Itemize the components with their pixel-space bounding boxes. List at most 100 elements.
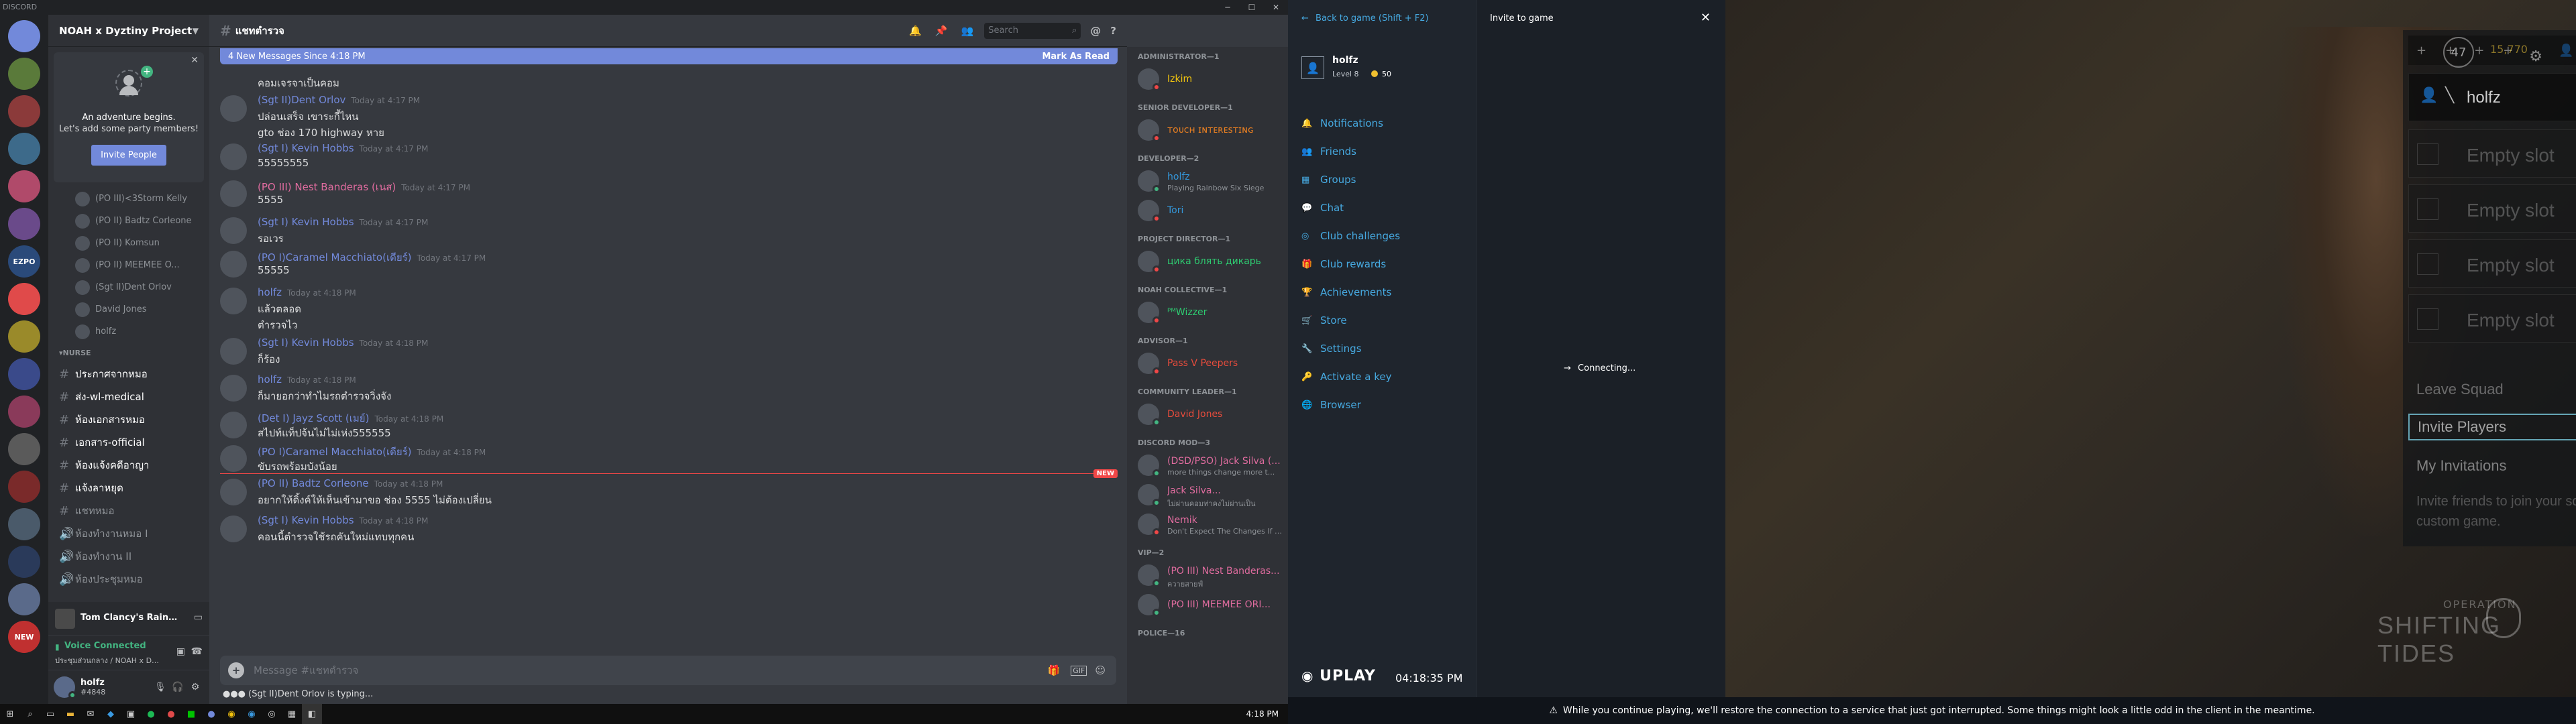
voice-user[interactable]: (PO II) MEEMEE O...	[48, 254, 209, 276]
app-icon[interactable]: ●	[161, 704, 181, 724]
server-icon[interactable]	[8, 583, 40, 615]
message-author[interactable]: (Sgt I) Kevin Hobbs Today at 4:17 PM	[258, 142, 428, 154]
search-input[interactable]: Search ⌕	[984, 22, 1081, 39]
mention-icon[interactable]: @	[1090, 24, 1101, 37]
member-item[interactable]: ᴛᴏᴜᴄʜ ɪɴᴛᴇʀᴇsᴛɪɴɢ	[1138, 117, 1283, 143]
emoji-icon[interactable]: ☺	[1095, 664, 1106, 676]
author-name[interactable]: (Sgt I) Kevin Hobbs	[258, 514, 354, 526]
server-icon[interactable]	[8, 170, 40, 202]
minimize-icon[interactable]: ─	[1216, 0, 1240, 15]
voice-user[interactable]: (PO III)<3Storm Kelly	[48, 188, 209, 210]
member-item[interactable]: Jack Silva... ไม่ผ่านคอมท่าคงไม่ผ่านเป็น	[1138, 481, 1283, 508]
voice-user[interactable]: (PO II) Komsun	[48, 232, 209, 254]
message-author[interactable]: (Sgt I) Kevin Hobbs Today at 4:18 PM	[258, 337, 428, 349]
close-icon[interactable]: ✕	[1264, 0, 1288, 15]
message-author[interactable]: (PO III) Nest Banderas (เนส) Today at 4:1…	[258, 179, 470, 195]
squad-slot-empty[interactable]: Empty slot	[2408, 294, 2576, 343]
disconnect-icon[interactable]: ☎	[191, 646, 203, 657]
help-icon[interactable]: ?	[1110, 25, 1116, 37]
member-item[interactable]: цика блять дикарь	[1138, 248, 1283, 275]
spotify-icon[interactable]: ●	[141, 704, 161, 724]
voice-user[interactable]: (PO II) Badtz Corleone	[48, 210, 209, 232]
author-name[interactable]: (Det I) Jayz Scott (เมย์)	[258, 412, 369, 424]
member-item[interactable]: ᴾᴹWizzer	[1138, 299, 1283, 326]
stream-icon[interactable]: ▭	[194, 612, 203, 623]
nav-item-achievements[interactable]: 🏆 Achievements	[1301, 282, 1391, 303]
game-taskbar-icon[interactable]: ◧	[302, 704, 322, 724]
avatar[interactable]	[220, 338, 247, 365]
profile-card[interactable]: 👤 holfz Level 8 50	[1301, 54, 1462, 84]
member-item[interactable]: holfz Playing Rainbow Six Siege	[1138, 168, 1283, 194]
steam-icon[interactable]: ◎	[262, 704, 282, 724]
server-icon[interactable]	[8, 471, 40, 503]
nav-item-friends[interactable]: 👥 Friends	[1301, 141, 1356, 162]
invite-players-button[interactable]: Invite Players	[2408, 414, 2576, 440]
author-name[interactable]: (Sgt I) Kevin Hobbs	[258, 337, 354, 349]
nav-item-chat[interactable]: 💬 Chat	[1301, 197, 1344, 219]
invite-people-button[interactable]: Invite People	[91, 145, 166, 166]
avatar[interactable]	[54, 676, 76, 699]
author-name[interactable]: holfz	[258, 373, 282, 385]
nav-item-browser[interactable]: 🌐 Browser	[1301, 394, 1361, 416]
gif-icon[interactable]: GIF	[1071, 665, 1087, 676]
message-author[interactable]: (Sgt II)Dent Orlov Today at 4:17 PM	[258, 94, 420, 106]
pin-icon[interactable]: 📌	[935, 25, 948, 37]
nav-item-groups[interactable]: ▦ Groups	[1301, 169, 1356, 190]
add-icon[interactable]: +	[2474, 44, 2484, 58]
close-icon[interactable]: ✕	[191, 55, 199, 66]
avatar[interactable]	[220, 412, 247, 438]
voice-location[interactable]: ประชุมส่วนกลาง / NOAH x Dyztiny ...	[55, 654, 162, 666]
maximize-icon[interactable]: ☐	[1240, 0, 1264, 15]
avatar[interactable]	[220, 180, 247, 207]
nav-item-store[interactable]: 🛒 Store	[1301, 310, 1347, 331]
message-author[interactable]: (PO I)Caramel Macchiato(เดียร์) Today at …	[258, 249, 486, 265]
windows-start-icon[interactable]: ⊞	[0, 704, 20, 724]
server-icon[interactable]	[8, 20, 40, 52]
chrome-icon[interactable]: ◉	[221, 704, 241, 724]
author-name[interactable]: (PO II) Badtz Corleone	[258, 477, 369, 489]
search-icon[interactable]: ⌕	[20, 704, 40, 724]
server-icon[interactable]	[8, 95, 40, 127]
squad-slot-empty[interactable]: Empty slot	[2408, 184, 2576, 233]
nav-item-activate-a-key[interactable]: 🔑 Activate a key	[1301, 366, 1391, 387]
channel-item[interactable]: # ห้องแจ้งคดีอาญา	[48, 454, 209, 477]
squad-slot-empty[interactable]: Empty slot	[2408, 129, 2576, 178]
terminal-icon[interactable]: ▣	[121, 704, 141, 724]
channel-item[interactable]: # เอกสาร-official	[48, 431, 209, 454]
server-header[interactable]: NOAH x Dyztiny Project ▼	[48, 15, 209, 47]
author-name[interactable]: holfz	[258, 286, 282, 298]
leave-squad-button[interactable]: Leave Squad	[2408, 376, 2576, 403]
avatar[interactable]	[220, 516, 247, 542]
message-author[interactable]: (Sgt I) Kevin Hobbs Today at 4:18 PM	[258, 514, 428, 526]
profile-icon[interactable]: 👤	[2559, 44, 2573, 58]
message-author[interactable]: (PO II) Badtz Corleone Today at 4:18 PM	[258, 477, 443, 489]
avatar[interactable]	[220, 479, 247, 505]
avatar[interactable]	[220, 375, 247, 402]
chevron-down-icon[interactable]: ▼	[193, 26, 199, 36]
back-to-game-link[interactable]: ← Back to game (Shift + F2)	[1301, 13, 1429, 23]
nav-item-notifications[interactable]: 🔔 Notifications	[1301, 113, 1383, 134]
author-name[interactable]: (Sgt I) Kevin Hobbs	[258, 142, 354, 154]
server-icon[interactable]	[8, 133, 40, 165]
message-author[interactable]: holfz Today at 4:18 PM	[258, 373, 356, 385]
server-icon[interactable]: EZPO	[8, 245, 40, 278]
app-icon[interactable]: ▦	[282, 704, 302, 724]
server-icon[interactable]	[8, 358, 40, 390]
gear-icon[interactable]: ⚙	[186, 682, 204, 692]
new-messages-bar[interactable]: 4 New Messages Since 4:18 PM Mark As Rea…	[220, 48, 1118, 64]
member-item[interactable]: (PO III) MEEMEE ORI...	[1138, 591, 1283, 618]
channel-item[interactable]: # ห้องเอกสารหมอ	[48, 408, 209, 431]
taskbar-clock[interactable]: 4:18 PM	[1246, 709, 1279, 719]
author-name[interactable]: (Sgt I) Kevin Hobbs	[258, 216, 354, 228]
channel-item[interactable]: # ประกาศจากหมอ	[48, 363, 209, 385]
category-header[interactable]: ▾ NURSE	[48, 343, 209, 363]
deafen-icon[interactable]: 🎧	[169, 682, 186, 692]
vscode-icon[interactable]: ◆	[101, 704, 121, 724]
avatar[interactable]	[220, 288, 247, 314]
discord-taskbar-icon[interactable]: ●	[201, 704, 221, 724]
my-invitations-button[interactable]: My Invitations	[2408, 452, 2576, 479]
channel-item[interactable]: # แชทหมอ	[48, 499, 209, 522]
message-author[interactable]: (Sgt I) Kevin Hobbs Today at 4:17 PM	[258, 216, 428, 228]
nav-item-club-rewards[interactable]: 🎁 Club rewards	[1301, 253, 1386, 275]
squad-slot-empty[interactable]: Empty slot	[2408, 239, 2576, 288]
